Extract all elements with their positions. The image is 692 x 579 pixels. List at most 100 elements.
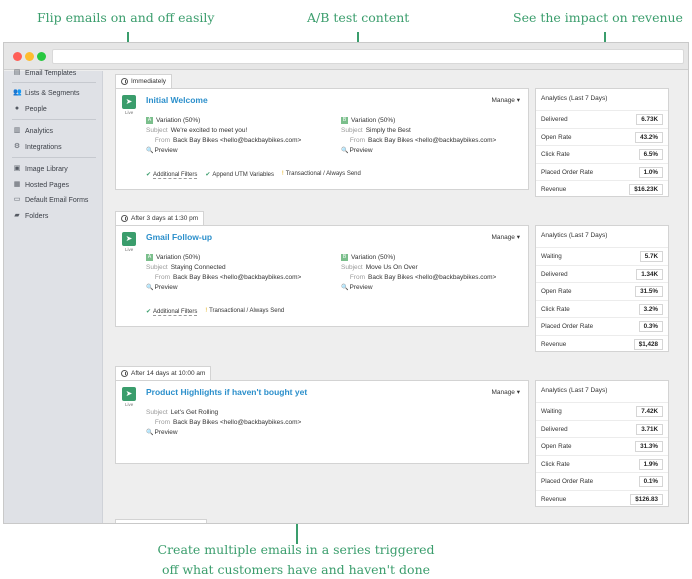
send-icon[interactable]: ➤ (122, 95, 136, 109)
analytics-row: Revenue $1,428 (536, 334, 668, 353)
metric-value: $1,428 (633, 338, 663, 350)
trigger-badge[interactable]: After 3 days at 1:30 pm (115, 211, 205, 225)
transactional-option[interactable]: ! Transactional / Always Send (205, 308, 284, 315)
preview-link[interactable]: 🔍Preview (146, 428, 301, 438)
preview-link[interactable]: 🔍Preview (146, 146, 301, 156)
analytics-row: Placed Order Rate 1.0% (536, 162, 668, 181)
option-label: Additional Filters (153, 309, 198, 316)
sidebar-item-analytics[interactable]: ▥ Analytics (13, 127, 53, 135)
sidebar-item-lists-segments[interactable]: 👥 Lists & Segments (13, 89, 79, 97)
maximize-window-dot[interactable] (37, 52, 46, 61)
option-label: Transactional / Always Send (209, 308, 285, 314)
preview-label: Preview (349, 147, 373, 154)
variation-a: A Variation (50%) Subject Staying Connecte… (146, 253, 301, 293)
manage-dropdown[interactable]: Manage ▾ (491, 96, 520, 104)
analytics-row: Open Rate 31.3% (536, 437, 668, 455)
subject-text: Let's Get Rolling (170, 409, 219, 416)
address-bar[interactable] (52, 49, 684, 64)
metric-value: 7.42K (636, 406, 663, 417)
analytics-row: Delivered 1.34K (536, 264, 668, 283)
callout-bottom: Create multiple emails in a series trigg… (146, 540, 446, 579)
subject-label: Subject (146, 127, 168, 134)
from-text: Back Bay Bikes <hello@backbaybikes.com> (368, 137, 497, 144)
metric-value: 3.2% (638, 303, 663, 315)
analytics-row: Click Rate 6.5% (536, 145, 668, 163)
analytics-row: Open Rate 43.2% (536, 127, 668, 146)
additional-filters-link[interactable]: ✔ Additional Filters (146, 171, 198, 179)
analytics-row: Revenue $126.83 (536, 489, 668, 508)
metric-label: Placed Order Rate (541, 323, 594, 330)
from-text: Back Bay Bikes <hello@backbaybikes.com> (173, 274, 302, 281)
trigger-label: Immediately (131, 78, 167, 85)
trigger-badge-next[interactable] (115, 519, 207, 523)
email-title[interactable]: Gmail Follow-up (146, 232, 212, 242)
sidebar-item-email-templates[interactable]: ▤ Email Templates (13, 69, 77, 77)
sidebar-divider (12, 157, 96, 158)
send-icon[interactable]: ➤ (122, 387, 136, 401)
metric-label: Revenue (541, 340, 567, 348)
sidebar-item-label: Folders (25, 212, 49, 220)
metric-label: Delivered (541, 116, 568, 123)
from-text: Back Bay Bikes <hello@backbaybikes.com> (173, 419, 302, 426)
utm-option[interactable]: ✔ Append UTM Variables (205, 171, 274, 178)
metric-value: 5.7K (639, 251, 663, 262)
from-label: From (154, 274, 170, 281)
sidebar-item-hosted-pages[interactable]: ▦ Hosted Pages (13, 181, 69, 189)
transactional-option[interactable]: ! Transactional / Always Send (282, 171, 361, 178)
subject-label: Subject (341, 264, 363, 271)
email-card-initial-welcome: ➤ Live Initial Welcome Manage ▾ A Variati… (115, 88, 529, 190)
sidebar-item-label: People (25, 105, 47, 113)
variation-a: A Variation (50%) Subject We're excited to… (146, 116, 301, 156)
subject-text: We're excited to meet you! (170, 127, 248, 134)
metric-label: Open Rate (541, 443, 572, 450)
variation-label: Variation (50%) (156, 254, 201, 261)
preview-link[interactable]: 🔍Preview (146, 283, 301, 293)
metric-value: 0.3% (638, 321, 663, 332)
exclamation-icon: ! (205, 308, 208, 314)
metric-value: $126.83 (630, 493, 663, 505)
manage-dropdown[interactable]: Manage ▾ (491, 233, 520, 241)
clock-icon (121, 370, 128, 377)
close-window-dot[interactable] (13, 52, 22, 61)
email-title[interactable]: Product Highlights if haven't bought yet (146, 387, 307, 397)
variation-badge: B (341, 253, 348, 261)
preview-label: Preview (154, 284, 178, 291)
send-icon[interactable]: ➤ (122, 232, 136, 246)
variation-b: B Variation (50%) Subject Simply the Best … (341, 116, 496, 156)
sidebar-item-integrations[interactable]: ⚙ Integrations (13, 143, 62, 151)
analytics-row: Click Rate 1.9% (536, 454, 668, 473)
minimize-window-dot[interactable] (25, 52, 34, 61)
email-title[interactable]: Initial Welcome (146, 95, 208, 105)
bar-chart-icon: ▥ (13, 127, 21, 134)
sidebar-item-people[interactable]: ● People (13, 105, 47, 113)
browser-window: ▤ Email Templates 👥 Lists & Segments ● P… (3, 42, 689, 524)
additional-filters-link[interactable]: ✔ Additional Filters (146, 308, 198, 316)
from-label: From (154, 137, 170, 144)
metric-label: Delivered (541, 425, 568, 433)
trigger-badge[interactable]: Immediately (115, 74, 173, 88)
sidebar-item-folders[interactable]: ▰ Folders (13, 212, 48, 220)
trigger-badge[interactable]: After 14 days at 10:00 am (115, 366, 212, 380)
analytics-panel: Analytics (Last 7 Days) Waiting 7.42K Del… (535, 380, 669, 507)
magnifier-icon: 🔍 (341, 148, 349, 154)
preview-label: Preview (154, 147, 178, 154)
analytics-title: Analytics (Last 7 Days) (541, 232, 608, 239)
person-icon: ● (14, 105, 20, 112)
sidebar-divider (12, 119, 96, 120)
metric-value: 31.5% (635, 286, 663, 297)
gear-icon: ⚙ (13, 143, 21, 150)
users-icon: 👥 (13, 89, 22, 96)
page-icon: ▦ (13, 181, 21, 188)
analytics-row: Click Rate 3.2% (536, 299, 668, 318)
metric-label: Revenue (541, 495, 567, 503)
option-label: Transactional / Always Send (285, 171, 361, 177)
preview-link[interactable]: 🔍Preview (341, 283, 496, 293)
variation-label: Variation (50%) (351, 117, 396, 124)
form-icon: ▭ (13, 196, 21, 203)
preview-link[interactable]: 🔍Preview (341, 146, 496, 156)
sidebar-item-default-email-forms[interactable]: ▭ Default Email Forms (13, 196, 89, 204)
template-icon: ▤ (13, 69, 21, 76)
manage-dropdown[interactable]: Manage ▾ (491, 388, 520, 396)
status-label: Live (125, 402, 134, 407)
sidebar-item-image-library[interactable]: ▣ Image Library (13, 165, 68, 173)
